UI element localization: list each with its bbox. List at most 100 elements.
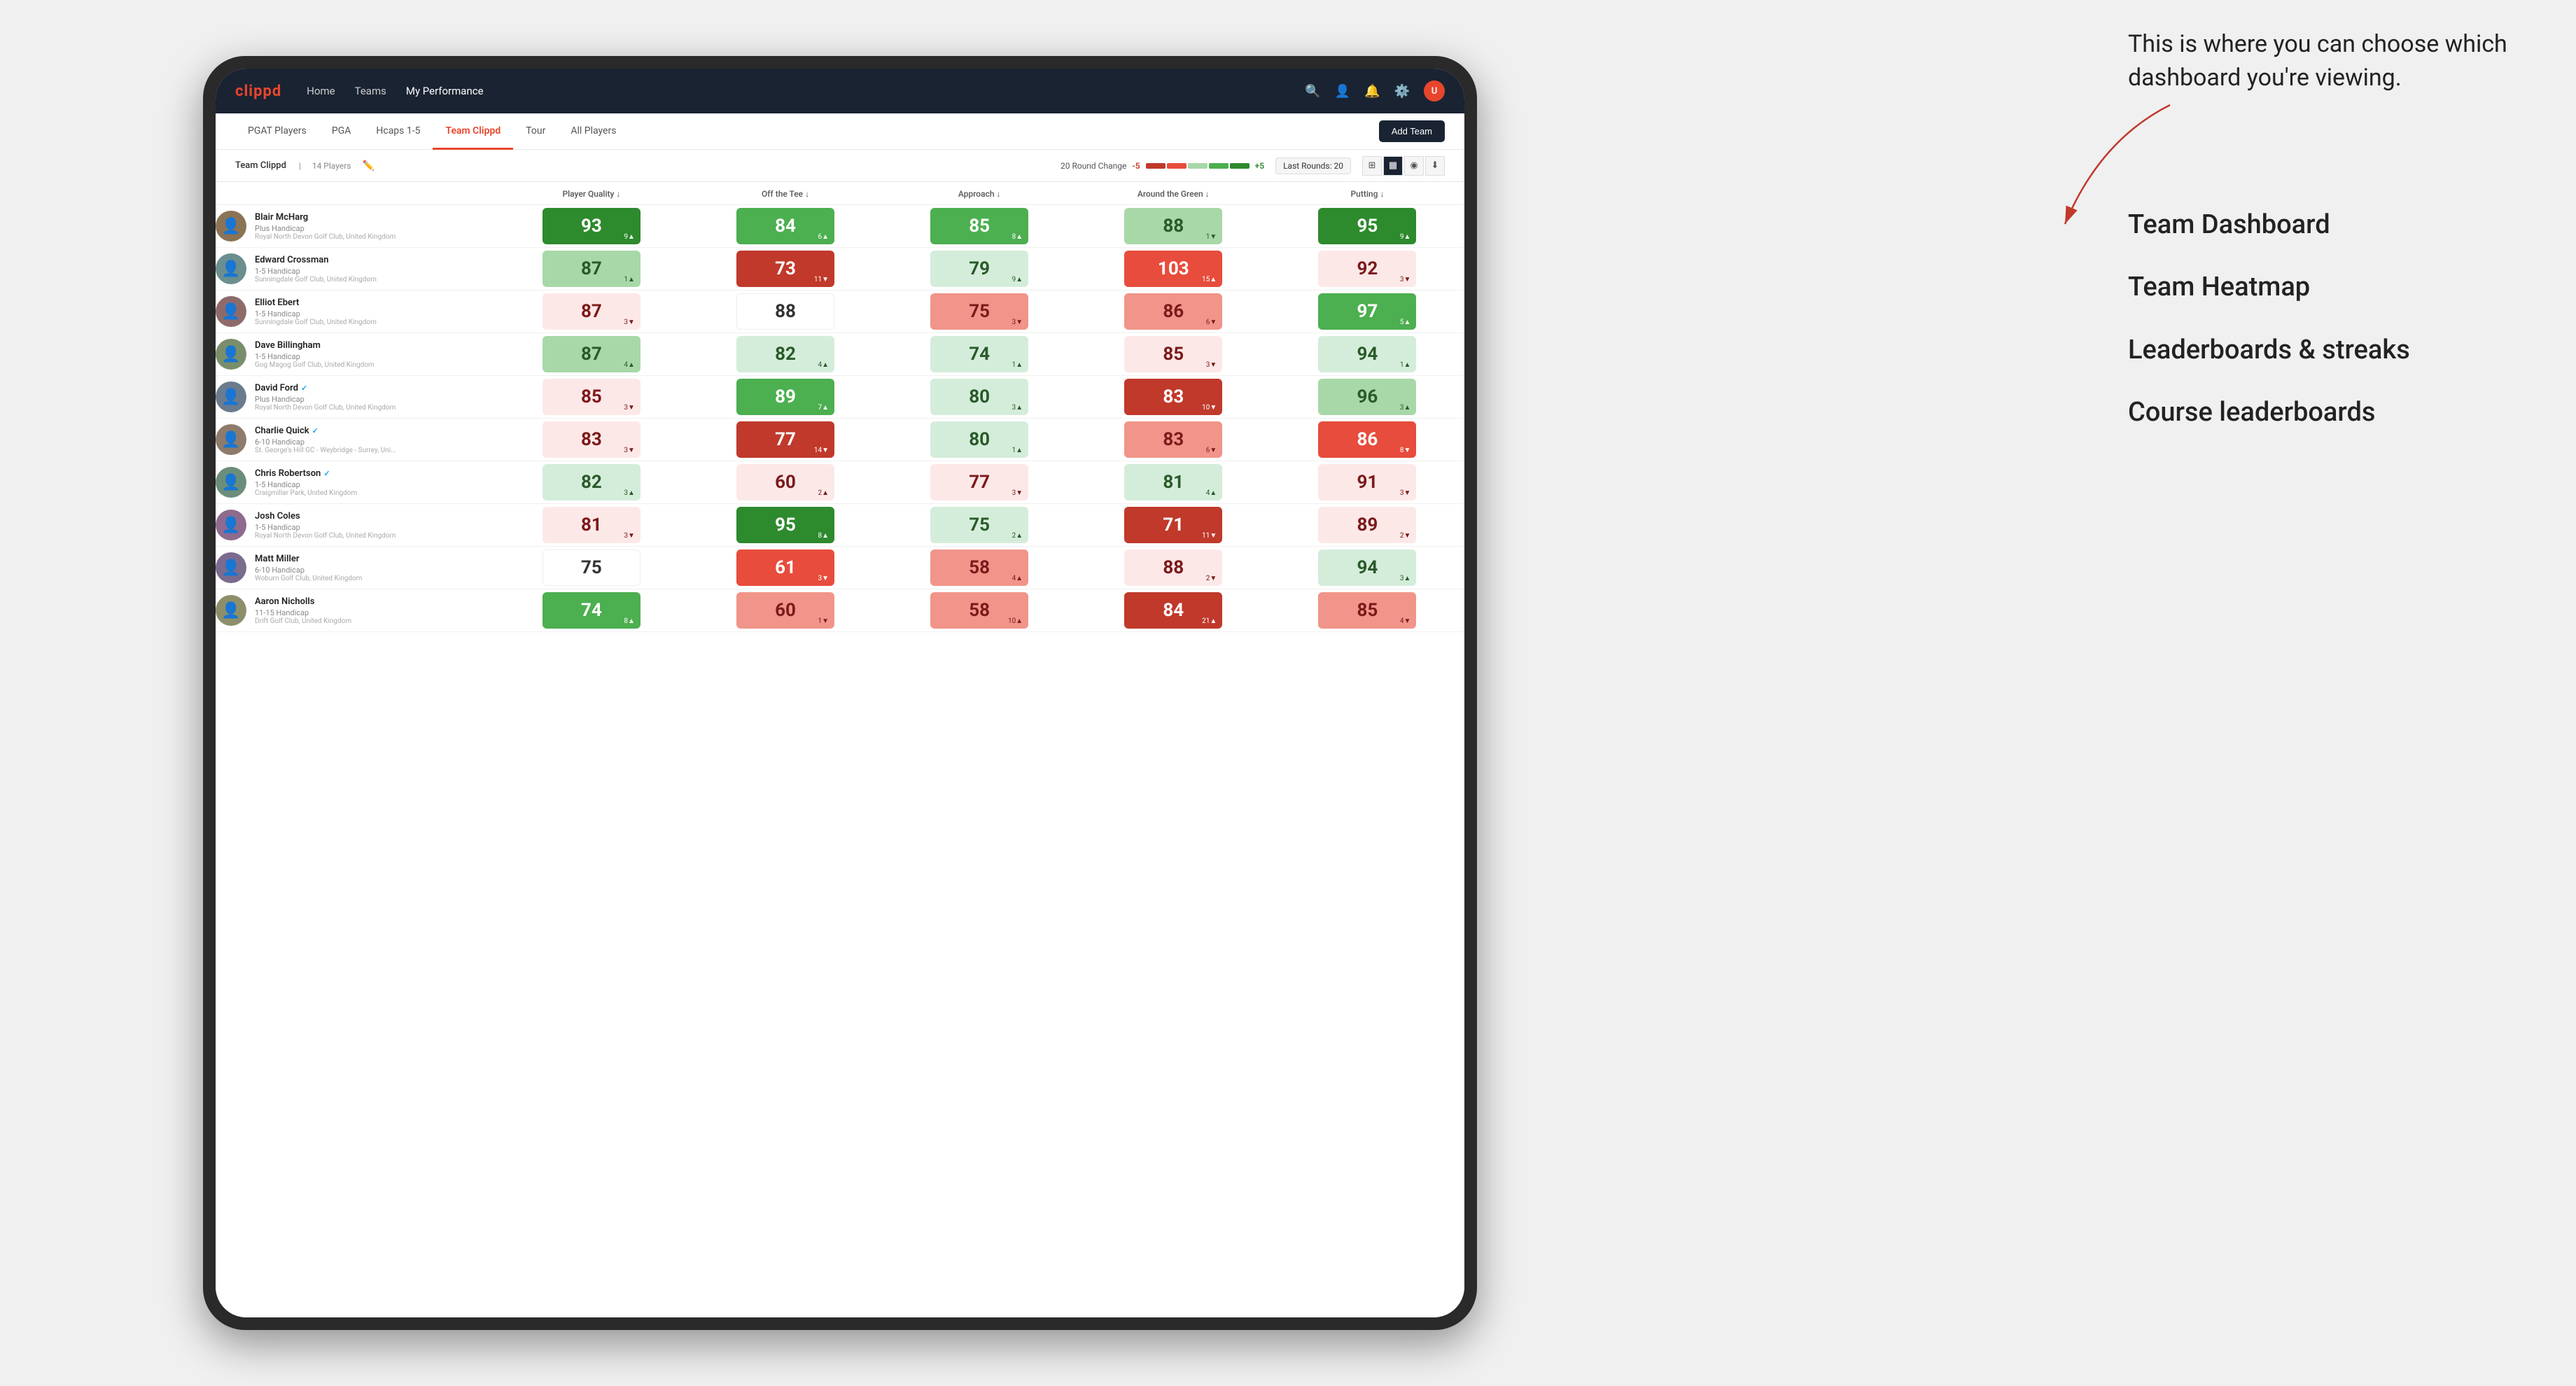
table-row[interactable]: 👤 Charlie Quick ✓ 6-10 Handicap St. Geor… — [216, 419, 1464, 461]
metric-score: 80 — [969, 429, 990, 450]
metric-score: 91 — [1357, 472, 1378, 493]
player-name[interactable]: Charlie Quick ✓ — [255, 426, 396, 436]
view-grid-btn[interactable]: ⊞ — [1362, 156, 1382, 176]
metric-score: 75 — [969, 301, 990, 322]
metric-score: 94 — [1357, 557, 1378, 578]
view-heatmap-btn[interactable]: ◉ — [1404, 156, 1424, 176]
metric-change: 3▼ — [624, 318, 635, 326]
table-row[interactable]: 👤 Aaron Nicholls 11-15 Handicap Drift Go… — [216, 589, 1464, 632]
metric-value-container: 75 2▲ — [930, 507, 1028, 543]
metric-value-container: 82 3▲ — [542, 464, 640, 500]
table-row[interactable]: 👤 Matt Miller 6-10 Handicap Woburn Golf … — [216, 547, 1464, 589]
metric-score: 84 — [775, 216, 796, 237]
bar-neg — [1146, 163, 1166, 169]
player-handicap: 1-5 Handicap — [255, 480, 357, 489]
player-club: Drift Golf Club, United Kingdom — [255, 617, 351, 625]
player-details: Charlie Quick ✓ 6-10 Handicap St. George… — [255, 426, 396, 454]
metric-change: 4▲ — [624, 361, 635, 369]
metric-score: 85 — [969, 216, 990, 237]
metric-cell: 103 15▲ — [1077, 248, 1270, 290]
option-leaderboards[interactable]: Leaderboards & streaks — [2128, 332, 2534, 369]
metric-change: 3▲ — [1400, 575, 1411, 582]
metric-value-container: 75 3▼ — [930, 293, 1028, 330]
col-approach[interactable]: Approach ↓ — [883, 182, 1077, 205]
tab-pga[interactable]: PGA — [319, 113, 364, 150]
navbar-link-teams[interactable]: Teams — [355, 85, 386, 97]
search-icon[interactable]: 🔍 — [1305, 84, 1320, 99]
add-team-button[interactable]: Add Team — [1379, 120, 1445, 142]
metric-score: 83 — [581, 429, 602, 450]
player-details: David Ford ✓ Plus Handicap Royal North D… — [255, 383, 396, 412]
metric-cell: 75 3▼ — [883, 290, 1077, 333]
table-row[interactable]: 👤 Blair McHarg Plus Handicap Royal North… — [216, 205, 1464, 248]
last-rounds-button[interactable]: Last Rounds: 20 — [1275, 158, 1351, 174]
metric-value-container: 84 21▲ — [1124, 592, 1222, 629]
col-around-green[interactable]: Around the Green ↓ — [1077, 182, 1270, 205]
bar-pos3 — [1230, 163, 1250, 169]
player-club: Woburn Golf Club, United Kingdom — [255, 575, 362, 582]
navbar-link-home[interactable]: Home — [307, 85, 335, 97]
player-handicap: 1-5 Handicap — [255, 523, 396, 532]
metric-change: 8▼ — [1400, 447, 1411, 454]
tab-team-clippd[interactable]: Team Clippd — [433, 113, 513, 150]
navbar-link-performance[interactable]: My Performance — [406, 85, 484, 97]
metric-score: 88 — [1163, 216, 1184, 237]
round-change-bar — [1146, 163, 1250, 169]
settings-icon[interactable]: ⚙️ — [1394, 84, 1410, 99]
table-row[interactable]: 👤 Dave Billingham 1-5 Handicap Gog Magog… — [216, 333, 1464, 376]
verified-icon: ✓ — [312, 426, 318, 435]
metric-cell: 74 8▲ — [494, 589, 688, 632]
player-name[interactable]: Aaron Nicholls — [255, 596, 351, 607]
metric-change: 6▼ — [1206, 447, 1217, 454]
player-name[interactable]: Edward Crossman — [255, 255, 377, 265]
player-details: Josh Coles 1-5 Handicap Royal North Devo… — [255, 511, 396, 540]
player-name[interactable]: Blair McHarg — [255, 212, 396, 223]
player-name[interactable]: Chris Robertson ✓ — [255, 468, 357, 479]
player-name[interactable]: Dave Billingham — [255, 340, 374, 351]
metric-value-container: 85 4▼ — [1318, 592, 1416, 629]
col-putting[interactable]: Putting ↓ — [1270, 182, 1464, 205]
col-off-tee[interactable]: Off the Tee ↓ — [688, 182, 882, 205]
metric-value-container: 96 3▲ — [1318, 379, 1416, 415]
player-avatar: 👤 — [216, 382, 246, 412]
metric-cell: 85 3▼ — [1077, 333, 1270, 376]
player-name[interactable]: Matt Miller — [255, 554, 362, 564]
user-icon[interactable]: 👤 — [1335, 84, 1350, 99]
metric-value-container: 73 11▼ — [736, 251, 834, 287]
metric-cell: 86 6▼ — [1077, 290, 1270, 333]
verified-icon: ✓ — [323, 469, 330, 478]
edit-icon[interactable]: ✏️ — [362, 160, 374, 172]
avatar[interactable]: U — [1424, 80, 1445, 102]
option-course-leaderboards[interactable]: Course leaderboards — [2128, 394, 2534, 431]
table-row[interactable]: 👤 Edward Crossman 1-5 Handicap Sunningda… — [216, 248, 1464, 290]
option-team-heatmap[interactable]: Team Heatmap — [2128, 269, 2534, 306]
metric-change: 3▼ — [1206, 361, 1217, 369]
view-table-btn[interactable]: ▦ — [1383, 156, 1403, 176]
metric-value-container: 61 3▼ — [736, 550, 834, 586]
player-cell: 👤 Charlie Quick ✓ 6-10 Handicap St. Geor… — [216, 419, 494, 461]
metric-score: 83 — [1163, 386, 1184, 407]
player-handicap: 6-10 Handicap — [255, 566, 362, 575]
player-name[interactable]: Josh Coles — [255, 511, 396, 522]
player-name[interactable]: Elliot Ebert — [255, 298, 377, 308]
metric-cell: 74 1▲ — [883, 333, 1077, 376]
table-row[interactable]: 👤 Elliot Ebert 1-5 Handicap Sunningdale … — [216, 290, 1464, 333]
bell-icon[interactable]: 🔔 — [1364, 84, 1380, 99]
metric-cell: 81 4▲ — [1077, 461, 1270, 504]
col-player-quality[interactable]: Player Quality ↓ — [494, 182, 688, 205]
round-change-neg: -5 — [1132, 161, 1140, 171]
tab-tour[interactable]: Tour — [513, 113, 558, 150]
table-row[interactable]: 👤 David Ford ✓ Plus Handicap Royal North… — [216, 376, 1464, 419]
player-handicap: 6-10 Handicap — [255, 438, 396, 447]
table-row[interactable]: 👤 Josh Coles 1-5 Handicap Royal North De… — [216, 504, 1464, 547]
metric-score: 85 — [1357, 600, 1378, 621]
player-name[interactable]: David Ford ✓ — [255, 383, 396, 393]
tablet-frame: clippd Home Teams My Performance 🔍 👤 🔔 ⚙… — [203, 56, 1477, 1330]
table-row[interactable]: 👤 Chris Robertson ✓ 1-5 Handicap Craigmi… — [216, 461, 1464, 504]
tab-pgat-players[interactable]: PGAT Players — [235, 113, 319, 150]
metric-change: 2▼ — [1206, 575, 1217, 582]
view-download-btn[interactable]: ⬇ — [1425, 156, 1445, 176]
tab-all-players[interactable]: All Players — [558, 113, 629, 150]
tab-hcaps[interactable]: Hcaps 1-5 — [363, 113, 433, 150]
metric-score: 93 — [581, 216, 602, 237]
